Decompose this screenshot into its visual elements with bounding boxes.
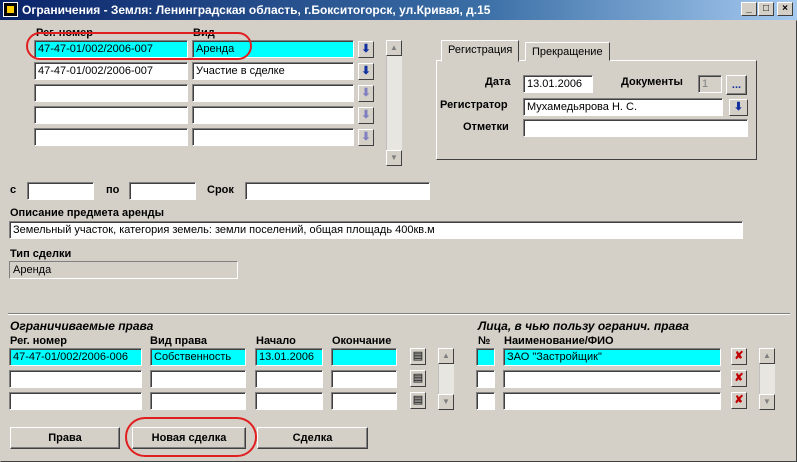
deal-type-label: Тип сделки: [10, 248, 72, 260]
ben-number-field[interactable]: [476, 392, 495, 410]
beneficiaries-heading: Лица, в чью пользу огранич. права: [478, 319, 689, 333]
remove-person-icon[interactable]: ✘: [731, 392, 747, 409]
ben-col-name: Наименование/ФИО: [504, 335, 614, 347]
highlight-oval: [125, 417, 257, 457]
to-label: по: [106, 184, 120, 196]
notes-label: Отметки: [463, 121, 509, 133]
deal-kind-field[interactable]: Участие в сделке: [192, 62, 354, 80]
tab-termination[interactable]: Прекращение: [525, 42, 610, 61]
to-date-field[interactable]: [129, 182, 196, 200]
scroll-up-icon[interactable]: ▲: [438, 348, 454, 364]
window-title: Ограничения - Земля: Ленинградская облас…: [22, 3, 491, 17]
rr-col-start: Начало: [256, 335, 296, 347]
restricted-rights-heading: Ограничиваемые права: [10, 319, 154, 333]
rr-end-date-field[interactable]: [331, 392, 397, 410]
deal-lookup-icon[interactable]: ⬇: [358, 85, 374, 102]
document-clip-icon[interactable]: ▤: [410, 348, 426, 365]
rr-reg-number-field[interactable]: 47-47-01/002/2006-006: [9, 348, 142, 366]
remove-person-icon[interactable]: ✘: [731, 348, 747, 365]
ben-name-field[interactable]: [503, 392, 721, 410]
deals-scrollbar[interactable]: [386, 40, 402, 166]
deal-kind-field[interactable]: [192, 84, 354, 102]
app-icon: [3, 2, 18, 17]
date-field[interactable]: 13.01.2006: [523, 75, 593, 93]
ben-name-field[interactable]: [503, 370, 721, 388]
rr-reg-number-field[interactable]: [9, 392, 142, 410]
rr-col-end: Окончание: [332, 335, 392, 347]
rr-end-date-field[interactable]: [331, 370, 397, 388]
rr-end-date-field[interactable]: [331, 348, 397, 366]
document-clip-icon[interactable]: ▤: [410, 392, 426, 409]
registrar-label: Регистратор: [440, 99, 508, 111]
maximize-button[interactable]: □: [758, 2, 774, 16]
deal-reg-number-field[interactable]: [34, 128, 188, 146]
rr-start-date-field[interactable]: [255, 392, 323, 410]
deal-kind-field[interactable]: [192, 128, 354, 146]
scroll-down-icon[interactable]: ▼: [438, 394, 454, 410]
documents-label: Документы: [621, 76, 683, 88]
documents-ellipsis-button[interactable]: ...: [726, 75, 747, 95]
scroll-up-icon[interactable]: ▲: [386, 40, 402, 56]
rr-right-kind-field[interactable]: [150, 392, 246, 410]
from-date-field[interactable]: [27, 182, 94, 200]
rr-right-kind-field[interactable]: [150, 370, 246, 388]
deal-type-field: Аренда: [9, 261, 238, 279]
term-field[interactable]: [245, 182, 430, 200]
ben-number-field[interactable]: [476, 348, 495, 366]
remove-person-icon[interactable]: ✘: [731, 370, 747, 387]
document-clip-icon[interactable]: ▤: [410, 370, 426, 387]
term-label: Срок: [207, 184, 234, 196]
highlight-oval: [26, 32, 252, 60]
deal-lookup-icon[interactable]: ⬇: [358, 63, 374, 80]
rr-col-right-kind: Вид права: [150, 335, 207, 347]
deal-kind-field[interactable]: [192, 106, 354, 124]
minimize-button[interactable]: _: [741, 2, 757, 16]
scroll-down-icon[interactable]: ▼: [386, 150, 402, 166]
section-separator: [8, 313, 790, 315]
rr-start-date-field[interactable]: [255, 370, 323, 388]
subject-label: Описание предмета аренды: [10, 207, 165, 219]
title-bar: Ограничения - Земля: Ленинградская облас…: [0, 0, 797, 20]
rr-reg-number-field[interactable]: [9, 370, 142, 388]
deal-lookup-icon[interactable]: ⬇: [358, 129, 374, 146]
rights-button[interactable]: Права: [10, 427, 120, 449]
from-label: с: [10, 184, 17, 196]
registrar-field[interactable]: Мухамедьярова Н. С.: [523, 98, 723, 116]
deal-reg-number-field[interactable]: 47-47-01/002/2006-007: [34, 62, 188, 80]
deal-reg-number-field[interactable]: [34, 106, 188, 124]
scroll-down-icon[interactable]: ▼: [759, 394, 775, 410]
rr-right-kind-field[interactable]: Собственность: [150, 348, 246, 366]
rr-start-date-field[interactable]: 13.01.2006: [255, 348, 323, 366]
deal-lookup-icon[interactable]: ⬇: [358, 107, 374, 124]
rr-col-reg-number: Рег. номер: [10, 335, 67, 347]
date-label: Дата: [485, 76, 511, 88]
deal-lookup-icon[interactable]: ⬇: [358, 41, 374, 58]
deal-reg-number-field[interactable]: [34, 84, 188, 102]
subject-description-field[interactable]: Земельный участок, категория земель: зем…: [9, 221, 743, 239]
ben-number-field[interactable]: [476, 370, 495, 388]
scroll-up-icon[interactable]: ▲: [759, 348, 775, 364]
tab-registration[interactable]: Регистрация: [441, 40, 520, 62]
registrar-lookup-icon[interactable]: ⬇: [729, 99, 748, 116]
notes-field[interactable]: [523, 119, 748, 137]
close-button[interactable]: ×: [777, 2, 793, 16]
ben-name-field[interactable]: ЗАО "Застройщик": [503, 348, 721, 366]
ben-col-number: №: [478, 335, 491, 347]
documents-count-field: 1: [698, 75, 722, 93]
deal-button[interactable]: Сделка: [257, 427, 368, 449]
